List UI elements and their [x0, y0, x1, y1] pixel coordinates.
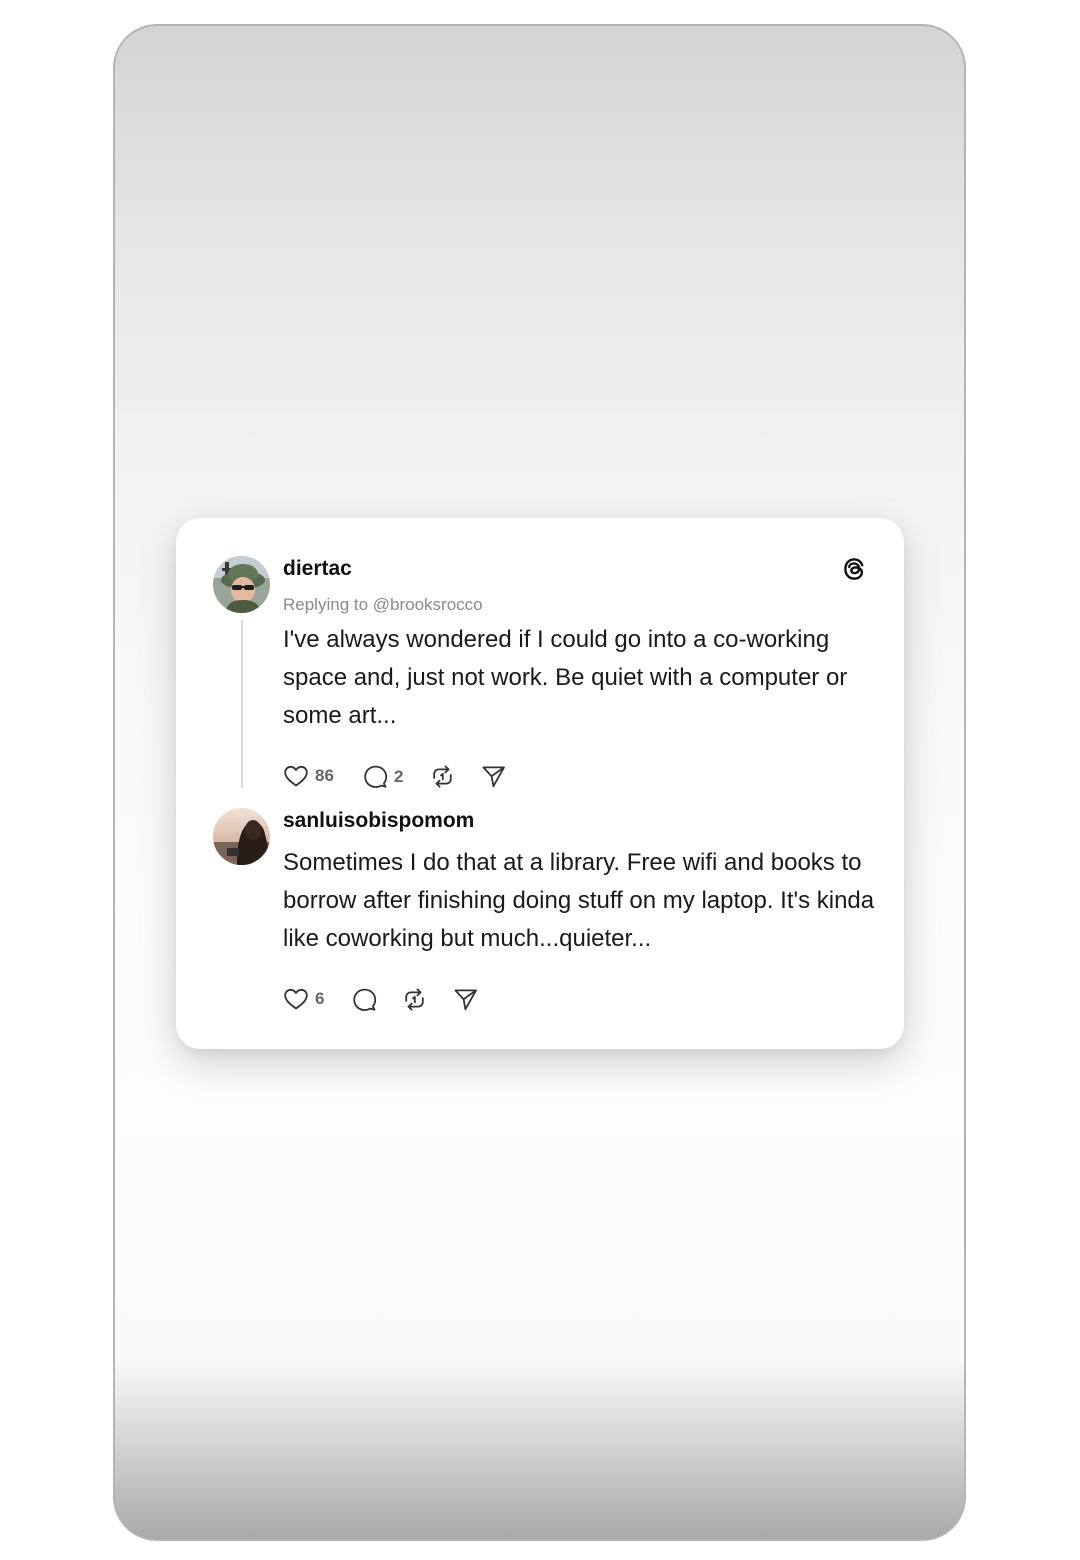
reply-like-count: 6 [315, 989, 325, 1008]
send-icon [481, 764, 506, 789]
threads-logo-icon[interactable] [840, 555, 868, 588]
send-icon [453, 987, 478, 1012]
reply-reply-button[interactable] [352, 987, 377, 1012]
like-count: 86 [315, 766, 334, 785]
repost-icon [430, 764, 455, 789]
speech-bubble-icon [352, 987, 377, 1012]
thread-connector-line [241, 620, 243, 788]
avatar-sanluisobispomom[interactable] [213, 808, 270, 865]
heart-icon [283, 764, 309, 788]
reply-username[interactable]: sanluisobispomom [283, 809, 474, 833]
replying-to-label[interactable]: Replying to @brooksrocco [283, 595, 483, 615]
reply-button[interactable]: 2 [363, 764, 403, 789]
post-text: I've always wondered if I could go into … [283, 626, 848, 729]
reply-count: 2 [394, 766, 404, 786]
heart-icon [283, 987, 309, 1011]
repost-icon [402, 987, 427, 1012]
reply-text: Sometimes I do that at a library. Free w… [283, 849, 875, 952]
like-button[interactable]: 86 [283, 764, 334, 788]
post-username[interactable]: diertac [283, 557, 352, 581]
reply-share-button[interactable] [453, 987, 478, 1012]
share-button[interactable] [481, 764, 506, 789]
repost-button[interactable] [430, 764, 455, 789]
reply-repost-button[interactable] [402, 987, 427, 1012]
reply-like-button[interactable]: 6 [283, 987, 324, 1011]
avatar-diertac[interactable] [213, 556, 270, 613]
speech-bubble-icon [363, 764, 388, 789]
